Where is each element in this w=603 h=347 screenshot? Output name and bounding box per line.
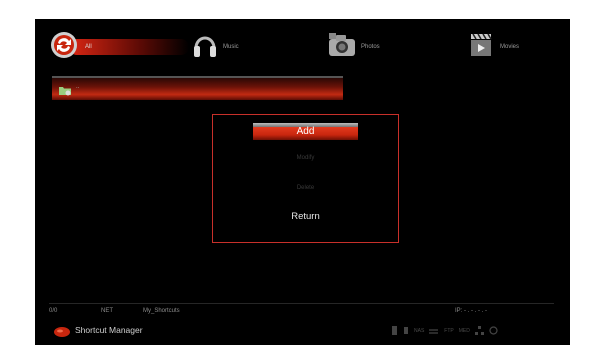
menu-item-delete[interactable]: Delete bbox=[213, 185, 398, 191]
card-icon bbox=[403, 322, 409, 340]
med-indicator: MED bbox=[458, 328, 470, 334]
menu-item-return[interactable]: Return bbox=[213, 211, 398, 222]
network-arrows-icon bbox=[429, 322, 439, 340]
folder-icon bbox=[58, 83, 72, 101]
all-media-icon bbox=[49, 30, 79, 65]
menu-item-modify[interactable]: Modify bbox=[213, 155, 398, 161]
clapperboard-icon bbox=[468, 30, 496, 65]
camera-icon bbox=[327, 31, 357, 64]
item-count: 0/0 bbox=[49, 308, 58, 314]
category-label: Movies bbox=[500, 44, 520, 50]
folder-name: My_Shortcuts bbox=[143, 308, 180, 314]
headphones-icon bbox=[191, 30, 219, 65]
category-label: Photos bbox=[361, 44, 380, 50]
media-player-screen: All Music Photos Movies .. Add Modify De… bbox=[35, 19, 570, 345]
network-icon bbox=[474, 322, 484, 340]
shortcut-menu-dialog: Add Modify Delete Return bbox=[212, 114, 399, 243]
path-bar[interactable]: .. bbox=[52, 76, 343, 100]
network-status-icons: NAS FTP MED bbox=[391, 322, 498, 340]
category-all[interactable]: All bbox=[49, 27, 189, 67]
usb-icon bbox=[391, 322, 398, 340]
footer-title: Shortcut Manager bbox=[75, 325, 143, 335]
ip-address: IP: - . - . - . - bbox=[455, 308, 487, 314]
nas-indicator: NAS bbox=[414, 328, 425, 334]
divider bbox=[49, 303, 554, 304]
path-text: .. bbox=[76, 84, 80, 90]
category-music[interactable]: Music bbox=[191, 27, 239, 67]
category-label: All bbox=[85, 44, 92, 50]
menu-item-add[interactable]: Add bbox=[253, 123, 358, 140]
category-bar: All Music Photos Movies bbox=[35, 19, 570, 81]
wifi-icon bbox=[489, 322, 498, 340]
source-label: NET bbox=[101, 308, 113, 314]
ftp-indicator: FTP bbox=[444, 328, 454, 334]
category-photos[interactable]: Photos bbox=[327, 27, 380, 67]
shortcut-manager-icon bbox=[53, 325, 71, 343]
category-movies[interactable]: Movies bbox=[468, 27, 519, 67]
category-label: Music bbox=[223, 44, 239, 50]
